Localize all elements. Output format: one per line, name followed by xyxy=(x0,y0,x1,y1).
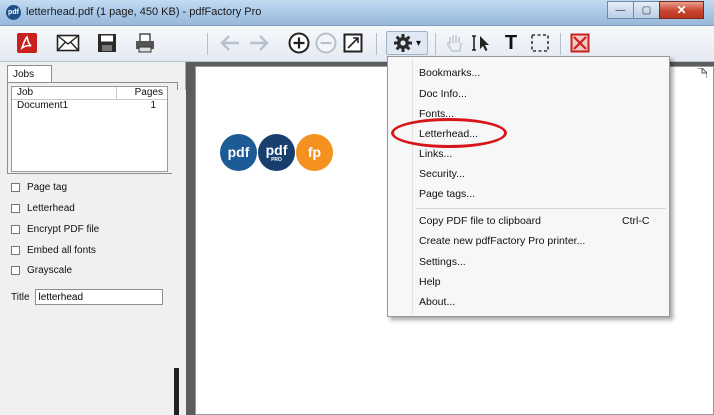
jobs-list-header: Job Pages xyxy=(12,87,167,100)
title-row: Title xyxy=(11,289,163,305)
pdf-pro-logo: pdf PRO xyxy=(258,134,295,171)
title-input[interactable] xyxy=(34,289,163,305)
back-arrow-icon xyxy=(220,35,239,51)
column-header-job[interactable]: Job xyxy=(12,87,117,99)
pdf-logo: pdf xyxy=(220,134,257,171)
option-page-tag[interactable]: Page tag xyxy=(11,182,67,193)
toolbar-separator xyxy=(207,33,208,55)
delete-page-button[interactable] xyxy=(568,31,592,55)
gear-dropdown-menu: Bookmarks... Doc Info... Fonts... Letter… xyxy=(387,56,670,317)
option-grayscale[interactable]: Grayscale xyxy=(11,265,72,276)
text-tool-icon: T xyxy=(504,31,518,54)
option-label: Encrypt PDF file xyxy=(27,224,100,235)
menu-item-links[interactable]: Links... xyxy=(419,148,452,160)
encrypt-pdf-checkbox[interactable] xyxy=(11,225,20,234)
menu-item-doc-info[interactable]: Doc Info... xyxy=(419,88,467,100)
pdffactory-app-icon: pdf xyxy=(6,5,21,20)
option-label: Grayscale xyxy=(27,265,73,276)
pdf-pro-logo-subtext: PRO xyxy=(271,157,282,163)
option-label: Embed all fonts xyxy=(27,245,96,256)
title-bar: pdf letterhead.pdf (1 page, 450 KB) - pd… xyxy=(0,0,714,26)
close-button[interactable]: ✕ xyxy=(659,1,704,19)
forward-arrow-icon xyxy=(250,35,269,51)
pdf-pro-logo-text: pdf xyxy=(265,142,288,158)
gear-icon xyxy=(393,34,412,52)
menu-item-create-printer[interactable]: Create new pdfFactory Pro printer... xyxy=(419,235,585,247)
zoom-in-button[interactable] xyxy=(287,31,311,55)
save-button[interactable] xyxy=(94,31,120,55)
select-text-button[interactable] xyxy=(470,31,494,55)
option-encrypt-pdf[interactable]: Encrypt PDF file xyxy=(11,224,99,235)
mail-icon xyxy=(56,34,80,52)
menu-gutter xyxy=(412,59,413,314)
highlight-circle-annotation xyxy=(391,118,507,148)
toolbar-separator xyxy=(560,33,561,55)
job-pages-cell: 1 xyxy=(150,100,156,111)
selection-rect-icon xyxy=(531,34,549,52)
menu-separator xyxy=(416,208,666,209)
tab-jobs[interactable]: Jobs xyxy=(7,65,52,83)
fp-logo: fp xyxy=(296,134,333,171)
panel-splitter[interactable]: ◀ xyxy=(172,90,186,415)
title-label: Title xyxy=(11,291,30,303)
back-button[interactable] xyxy=(218,31,242,55)
delete-page-icon xyxy=(570,33,590,53)
column-header-pages[interactable]: Pages xyxy=(117,87,167,99)
grayscale-checkbox[interactable] xyxy=(11,266,20,275)
fit-page-icon xyxy=(343,33,363,53)
print-button[interactable] xyxy=(132,31,158,55)
option-letterhead[interactable]: Letterhead xyxy=(11,203,75,214)
menu-item-copy-pdf[interactable]: Copy PDF file to clipboard xyxy=(419,215,541,227)
print-icon xyxy=(136,33,154,53)
maximize-button[interactable]: ▢ xyxy=(633,1,660,19)
minimize-button[interactable]: — xyxy=(607,1,634,19)
table-row[interactable]: Document1 1 xyxy=(12,100,167,113)
email-button[interactable] xyxy=(55,31,81,55)
hand-icon xyxy=(446,35,462,52)
acrobat-button[interactable] xyxy=(14,31,40,55)
hand-tool-button[interactable] xyxy=(444,31,466,55)
zoom-out-button[interactable] xyxy=(314,31,338,55)
option-label: Page tag xyxy=(27,182,68,193)
menu-item-help[interactable]: Help xyxy=(419,276,441,288)
gear-menu-button[interactable]: ▾ xyxy=(386,31,428,55)
fit-page-button[interactable] xyxy=(341,31,365,55)
menu-item-about[interactable]: About... xyxy=(419,296,455,308)
copy-shortcut-label: Ctrl-C xyxy=(622,215,650,227)
forward-button[interactable] xyxy=(247,31,271,55)
scroll-thumb[interactable] xyxy=(174,368,179,415)
menu-item-page-tags[interactable]: Page tags... xyxy=(419,188,475,200)
toolbar-separator xyxy=(376,33,377,55)
save-icon xyxy=(98,34,116,52)
window-title: letterhead.pdf (1 page, 450 KB) - pdfFac… xyxy=(26,6,262,18)
toolbar-separator xyxy=(435,33,436,55)
jobs-list[interactable]: Job Pages Document1 1 xyxy=(11,86,168,172)
zoom-out-icon xyxy=(315,32,337,54)
menu-item-bookmarks[interactable]: Bookmarks... xyxy=(419,67,480,79)
acrobat-icon xyxy=(17,33,37,53)
option-label: Letterhead xyxy=(27,203,75,214)
selection-tool-button[interactable] xyxy=(528,31,552,55)
text-tool-button[interactable]: T xyxy=(499,31,523,55)
menu-item-security[interactable]: Security... xyxy=(419,168,465,180)
letterhead-checkbox[interactable] xyxy=(11,204,20,213)
zoom-in-icon xyxy=(288,32,310,54)
embed-fonts-checkbox[interactable] xyxy=(11,246,20,255)
page-tag-checkbox[interactable] xyxy=(11,183,20,192)
window-controls: — ▢ ✕ xyxy=(607,1,704,19)
page-corner-icon xyxy=(697,68,707,78)
menu-item-settings[interactable]: Settings... xyxy=(419,256,466,268)
job-name-cell: Document1 xyxy=(17,100,69,111)
select-text-icon xyxy=(472,35,489,51)
chevron-down-icon: ▾ xyxy=(415,37,422,49)
option-embed-fonts[interactable]: Embed all fonts xyxy=(11,245,96,256)
left-panel: Jobs Job Pages Document1 1 Page tag Lett… xyxy=(0,62,186,415)
